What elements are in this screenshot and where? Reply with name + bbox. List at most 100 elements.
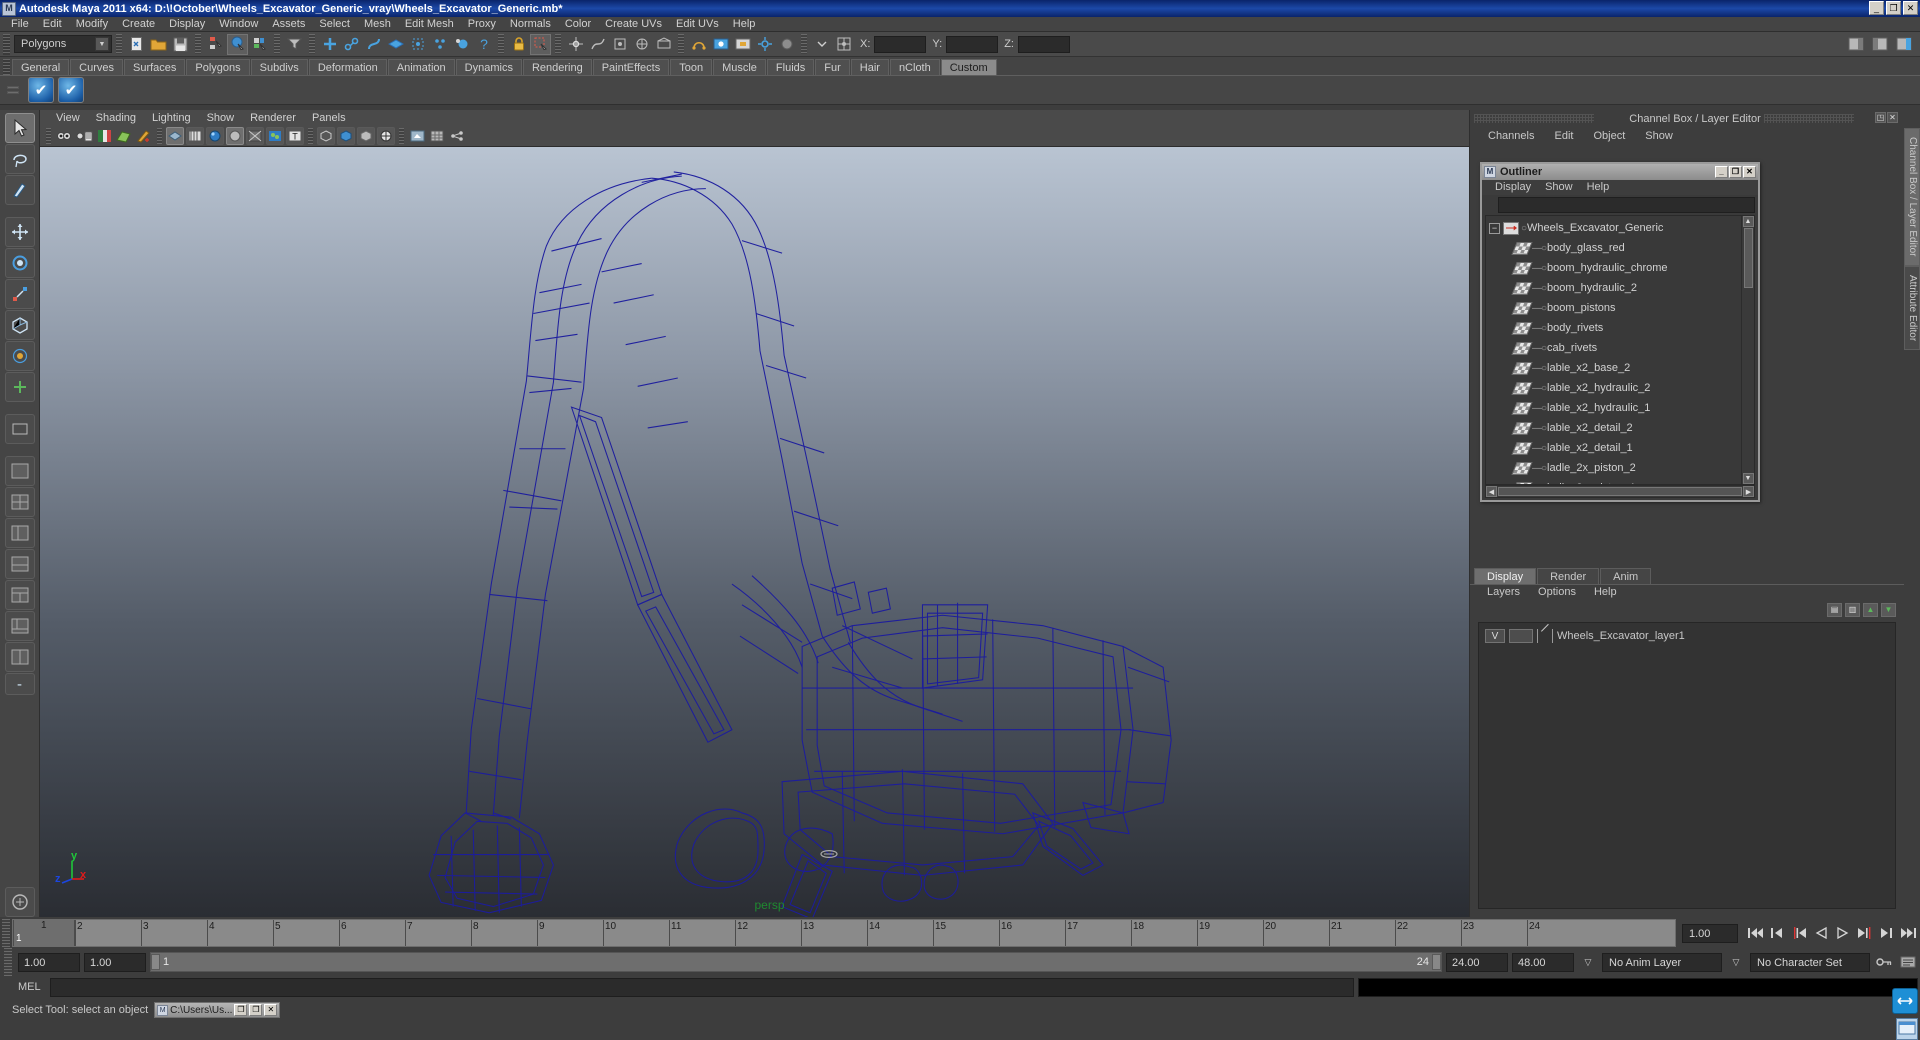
layer-playback-toggle[interactable] bbox=[1509, 629, 1533, 643]
layout-more-button[interactable]: - bbox=[4, 673, 35, 695]
range-end-handle[interactable] bbox=[1432, 954, 1441, 970]
shelf-tab-polygons[interactable]: Polygons bbox=[186, 59, 250, 75]
save-scene-button[interactable] bbox=[170, 33, 191, 55]
smooth-shade-all-icon[interactable] bbox=[186, 127, 204, 145]
outliner-item-row[interactable]: —○ boom_hydraulic_2 bbox=[1486, 278, 1741, 298]
viewport-menu-panels[interactable]: Panels bbox=[304, 110, 354, 126]
mel-command-input[interactable] bbox=[50, 977, 1354, 997]
range-slider[interactable]: 1 24 bbox=[150, 952, 1442, 972]
shelf-tab-custom[interactable]: Custom bbox=[940, 59, 997, 75]
scale-tool[interactable] bbox=[4, 279, 35, 309]
new-layer-from-selection-icon[interactable]: ▥ bbox=[1845, 603, 1860, 617]
menu-edit[interactable]: Edit bbox=[36, 17, 69, 32]
layout-persp-trax[interactable] bbox=[4, 611, 35, 641]
mask-rendering-button[interactable] bbox=[451, 33, 472, 55]
outliner-menu-show[interactable]: Show bbox=[1538, 180, 1580, 195]
outliner-window[interactable]: M Outliner _ ❐ ✕ Display Show Help − ○ W… bbox=[1480, 162, 1760, 502]
anim-layer-selector[interactable]: No Anim Layer bbox=[1602, 952, 1722, 972]
show-manipulator-tool[interactable] bbox=[4, 414, 35, 444]
layer-list[interactable]: V Wheels_Excavator_layer1 bbox=[1478, 622, 1896, 909]
side-tab-attribute-editor[interactable]: Attribute Editor bbox=[1904, 265, 1920, 350]
menu-set-selector[interactable]: Polygons ▼ bbox=[14, 35, 112, 53]
viewport-menu-lighting[interactable]: Lighting bbox=[144, 110, 199, 126]
y-coord-field[interactable] bbox=[946, 35, 999, 53]
animation-preferences-icon[interactable] bbox=[1898, 953, 1918, 972]
outliner-tree-body[interactable]: − ○ Wheels_Excavator_Generic —○ body_gla… bbox=[1485, 215, 1755, 485]
grease-pencil-icon[interactable] bbox=[135, 127, 153, 145]
snap-grid-button[interactable] bbox=[565, 33, 586, 55]
component-mask-button[interactable] bbox=[284, 33, 305, 55]
step-forward-keyframe-icon[interactable] bbox=[1876, 922, 1898, 944]
animation-end-time-field[interactable]: 48.00 bbox=[1512, 952, 1574, 972]
ipr-render-view-icon[interactable] bbox=[408, 127, 426, 145]
minimize-button[interactable]: _ bbox=[1869, 1, 1884, 15]
time-slider[interactable]: 1 2 1 3 4 5 6 7 8 9 10 11 12 13 14 15 16… bbox=[12, 919, 1676, 947]
layer-row[interactable]: V Wheels_Excavator_layer1 bbox=[1479, 627, 1895, 645]
viewport-menu-view[interactable]: View bbox=[48, 110, 88, 126]
shelf-tab-curves[interactable]: Curves bbox=[70, 59, 123, 75]
shelf-tab-hair[interactable]: Hair bbox=[850, 59, 889, 75]
shelf-tab-deformation[interactable]: Deformation bbox=[308, 59, 387, 75]
step-back-frame-icon[interactable] bbox=[1788, 922, 1810, 944]
outliner-item-row[interactable]: —○ lable_x2_base_2 bbox=[1486, 358, 1741, 378]
menu-select[interactable]: Select bbox=[312, 17, 357, 32]
menu-modify[interactable]: Modify bbox=[69, 17, 115, 32]
outliner-horizontal-scrollbar[interactable]: ◀ ▶ bbox=[1485, 485, 1755, 498]
scroll-right-icon[interactable]: ▶ bbox=[1743, 486, 1754, 497]
shelf-tab-fluids[interactable]: Fluids bbox=[766, 59, 815, 75]
outliner-item-row[interactable]: —○ cab_rivets bbox=[1486, 338, 1741, 358]
layer-menu-layers[interactable]: Layers bbox=[1478, 585, 1529, 600]
select-by-hierarchy-button[interactable] bbox=[205, 33, 226, 55]
menu-create[interactable]: Create bbox=[115, 17, 162, 32]
x-coord-field[interactable] bbox=[874, 35, 927, 53]
close-button[interactable]: ✕ bbox=[1903, 1, 1918, 15]
collapse-toggle-icon[interactable]: − bbox=[1489, 222, 1500, 234]
range-slider-grip[interactable] bbox=[4, 948, 12, 976]
outliner-root-row[interactable]: − ○ Wheels_Excavator_Generic bbox=[1486, 218, 1741, 238]
shelf-tab-surfaces[interactable]: Surfaces bbox=[123, 59, 186, 75]
shelf-tab-general[interactable]: General bbox=[12, 59, 70, 75]
shelf-tab-subdivs[interactable]: Subdivs bbox=[250, 59, 308, 75]
lock-selection-button[interactable] bbox=[508, 33, 529, 55]
maya-help-button-icon[interactable] bbox=[1892, 988, 1918, 1014]
go-to-end-icon[interactable] bbox=[1898, 922, 1920, 944]
z-coord-field[interactable] bbox=[1017, 35, 1070, 53]
new-scene-button[interactable] bbox=[126, 33, 147, 55]
taskbar-close-button[interactable]: ✕ bbox=[264, 1004, 278, 1016]
menu-edit-uvs[interactable]: Edit UVs bbox=[669, 17, 726, 32]
isolate-select-icon[interactable] bbox=[317, 127, 335, 145]
layout-outliner-persp[interactable] bbox=[4, 518, 35, 548]
vray-shelf-button-2[interactable]: ✔ bbox=[58, 77, 84, 103]
scroll-down-icon[interactable]: ▼ bbox=[1742, 473, 1754, 484]
bookmarks-icon[interactable] bbox=[95, 127, 113, 145]
shaded-sphere-icon[interactable] bbox=[206, 127, 224, 145]
select-camera-icon[interactable] bbox=[55, 127, 73, 145]
menu-edit-mesh[interactable]: Edit Mesh bbox=[398, 17, 461, 32]
go-to-start-icon[interactable] bbox=[1744, 922, 1766, 944]
animation-start-time-field[interactable]: 1.00 bbox=[18, 952, 80, 972]
show-hide-tool-settings-button[interactable] bbox=[1869, 33, 1890, 55]
snap-curve-button[interactable] bbox=[587, 33, 608, 55]
outliner-item-row[interactable]: —○ body_glass_red bbox=[1486, 238, 1741, 258]
select-by-object-type-button[interactable] bbox=[227, 33, 248, 55]
shelf-grip[interactable] bbox=[3, 59, 10, 75]
grid-toggle-icon[interactable] bbox=[428, 127, 446, 145]
menu-file[interactable]: File bbox=[4, 17, 36, 32]
layout-single-perspective[interactable] bbox=[4, 456, 35, 486]
vray-shelf-button-1[interactable]: ✔ bbox=[28, 77, 54, 103]
exposure-text-icon[interactable]: T bbox=[286, 127, 304, 145]
outliner-item-row[interactable]: —○ ladle_2x_piston_1 bbox=[1486, 478, 1741, 484]
shelf-tab-animation[interactable]: Animation bbox=[387, 59, 455, 75]
shelf-side-controls[interactable] bbox=[2, 77, 24, 104]
taskbar-maximize-button[interactable]: ❐ bbox=[249, 1004, 263, 1016]
layout-four-view[interactable] bbox=[4, 487, 35, 517]
move-layer-down-icon[interactable]: ▼ bbox=[1881, 603, 1896, 617]
scroll-up-icon[interactable]: ▲ bbox=[1742, 216, 1754, 227]
playback-start-time-field[interactable]: 1.00 bbox=[84, 952, 146, 972]
mask-surfaces-button[interactable] bbox=[385, 33, 406, 55]
scroll-thumb[interactable] bbox=[1743, 228, 1753, 288]
hypershade-button[interactable] bbox=[776, 33, 797, 55]
move-layer-up-icon[interactable]: ▲ bbox=[1863, 603, 1878, 617]
outliner-maximize-button[interactable]: ❐ bbox=[1729, 166, 1742, 178]
ipr-render-button[interactable] bbox=[732, 33, 753, 55]
